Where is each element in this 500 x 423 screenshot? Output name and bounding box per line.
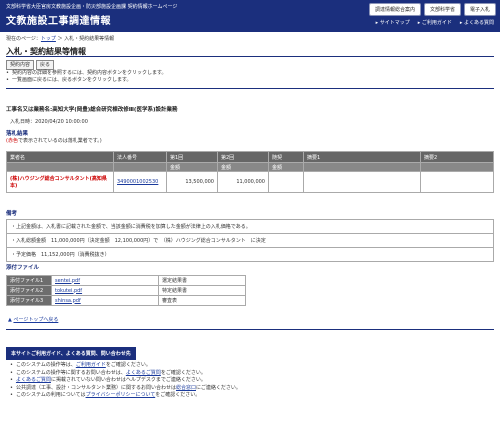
attachment-label: 添付ファイル1 bbox=[6, 275, 52, 286]
bid-date: 入札日時：2020/04/20 10:00:00 bbox=[10, 119, 88, 125]
footer-divider bbox=[6, 329, 494, 330]
attachment-link[interactable]: sentei.pdf bbox=[51, 275, 159, 286]
footer-item: このシステムの操作等は、ご利用ガイドをご確認ください。 bbox=[10, 362, 241, 370]
table-row: (株)ハウジング総合コンサルタント(高知県本) 3490001002530 13… bbox=[6, 171, 494, 193]
col-amount: 金額 bbox=[166, 162, 218, 172]
col-corp-no: 法人番号 bbox=[113, 151, 167, 163]
e-bidding-button[interactable]: 電子入札 bbox=[463, 3, 496, 16]
contact-window-link[interactable]: 総合窓口 bbox=[176, 385, 196, 391]
result-legend: (赤色で表示されているのは落札業者です。) bbox=[6, 138, 102, 144]
attachment-link[interactable]: shinsa.pdf bbox=[51, 295, 159, 306]
note-item: 契約内容の詳細を参照するには、契約内容ボタンをクリックします。 bbox=[6, 70, 167, 77]
attachment-link[interactable]: tokutei.pdf bbox=[51, 285, 159, 296]
corp-number-link[interactable]: 3490001002530 bbox=[113, 171, 167, 193]
attachment-desc: 審査表 bbox=[158, 295, 246, 306]
attachment-label: 添付ファイル3 bbox=[6, 295, 52, 306]
site-header: 文部科学省大臣官房文教施設企画・防災部施設企画課 契約情報ホームページ 文教施設… bbox=[0, 0, 500, 32]
project-name: 工事名又は業務名:高知大学(岡豊)総合研究棟改修Ⅲ(医学系)設計業務 bbox=[6, 107, 178, 113]
col-remark2: 摘要2 bbox=[420, 151, 494, 163]
site-title[interactable]: 文教施設工事調達情報 bbox=[6, 12, 111, 27]
contract-button[interactable]: 契約内容 bbox=[6, 60, 35, 70]
col-amount: 金額 bbox=[268, 162, 304, 172]
col-zuikei: 随契 bbox=[268, 151, 304, 163]
col-blank bbox=[420, 162, 494, 172]
footer-item: 公共調達（工事、設計・コンサルタント業務）に関するお問い合わせは総合窓口にご連絡… bbox=[10, 385, 241, 393]
caret-up-icon: ▲ bbox=[8, 317, 12, 323]
note-item: 一覧画面に戻るには、戻るボタンをクリックします。 bbox=[6, 77, 166, 84]
header-nav: ▸ サイトマップ ▸ ご利用ガイド ▸ よくある質問 bbox=[376, 19, 494, 26]
header-subtitle: 文部科学省大臣官房文教施設企画・防災部施設企画課 契約情報ホームページ bbox=[6, 4, 178, 10]
procurement-info-button[interactable]: 調達情報総合案内 bbox=[368, 3, 421, 16]
attachment-desc: 特定結果書 bbox=[158, 285, 246, 296]
col-remark1: 摘要1 bbox=[303, 151, 421, 163]
zuikei-amount bbox=[268, 171, 304, 193]
breadcrumb: 現在のページ：トップ ＞ 入札・契約結果等情報 bbox=[6, 36, 115, 42]
bikou-line: ・予定価格 11,152,000円（消費税抜き） bbox=[6, 247, 494, 262]
result-table: 業者名 法人番号 第1回 第2回 随契 摘要1 摘要2 金額 金額 金額 (株)… bbox=[6, 151, 494, 193]
col-amount: 金額 bbox=[217, 162, 269, 172]
table-row: 添付ファイル3 shinsa.pdf 審査表 bbox=[6, 295, 246, 306]
col-blank bbox=[113, 162, 167, 172]
col-round2: 第2回 bbox=[217, 151, 269, 163]
sitemap-link[interactable]: ▸ サイトマップ bbox=[376, 19, 410, 26]
remark1-cell bbox=[303, 171, 421, 193]
header-buttons: 調達情報総合案内 文部科学省 電子入札 bbox=[368, 3, 496, 16]
footer-item: よくあるご質問に掲載されていない問い合わせはヘルプデスクまでご連絡ください。 bbox=[10, 377, 241, 385]
faq-link[interactable]: よくあるご質問 bbox=[126, 370, 161, 376]
remark2-cell bbox=[420, 171, 494, 193]
action-buttons: 契約内容 戻る bbox=[6, 60, 55, 70]
instruction-notes: 契約内容の詳細を参照するには、契約内容ボタンをクリックします。 一覧画面に戻るに… bbox=[6, 70, 167, 84]
back-button[interactable]: 戻る bbox=[36, 60, 55, 70]
bikou-line: ・上記金額は、入札書に記載された金額で、当該金額に消費税を加算した金額が法律上の… bbox=[6, 219, 494, 234]
footer-heading: 本サイトご利用ガイド、よくある質問、問い合わせ先 bbox=[6, 347, 136, 360]
notes-divider bbox=[6, 88, 494, 89]
breadcrumb-top-link[interactable]: トップ bbox=[41, 36, 56, 42]
round1-amount: 13,500,000 bbox=[166, 171, 218, 193]
footer-list: このシステムの操作等は、ご利用ガイドをご確認ください。 このシステムの操作等に関… bbox=[10, 362, 241, 400]
page-top-link[interactable]: ▲ ページトップへ戻る bbox=[8, 316, 58, 323]
breadcrumb-current: 入札・契約結果等情報 bbox=[64, 36, 115, 42]
bidder-name: (株)ハウジング総合コンサルタント(高知県本) bbox=[6, 171, 114, 193]
faq-link[interactable]: よくあるご質問 bbox=[16, 377, 51, 383]
footer-item: このシステムの操作等に関するお問い合わせは、よくあるご質問をご確認ください。 bbox=[10, 370, 241, 378]
attachments-table: 添付ファイル1 sentei.pdf 選定結果書 添付ファイル2 tokutei… bbox=[6, 275, 246, 306]
bikou-section-title: 備考 bbox=[6, 211, 18, 217]
round2-amount: 11,000,000 bbox=[217, 171, 269, 193]
col-blank bbox=[6, 162, 114, 172]
title-divider bbox=[6, 56, 494, 57]
attachment-desc: 選定結果書 bbox=[158, 275, 246, 286]
col-round1: 第1回 bbox=[166, 151, 218, 163]
footer-item: このシステムの利用についてはプライバシーポリシーについてをご確認ください。 bbox=[10, 392, 241, 400]
table-row: 添付ファイル2 tokutei.pdf 特定結果書 bbox=[6, 285, 246, 296]
bikou-table: ・上記金額は、入札書に記載された金額で、当該金額に消費税を加算した金額が法律上の… bbox=[6, 219, 494, 262]
result-section-title: 落札結果 bbox=[6, 131, 29, 137]
guide-link[interactable]: ご利用ガイド bbox=[76, 362, 106, 368]
mext-button[interactable]: 文部科学省 bbox=[423, 3, 461, 16]
attachments-section-title: 添付ファイル bbox=[6, 265, 40, 271]
attachment-label: 添付ファイル2 bbox=[6, 285, 52, 296]
table-row: 添付ファイル1 sentei.pdf 選定結果書 bbox=[6, 275, 246, 286]
faq-link[interactable]: ▸ よくある質問 bbox=[460, 19, 494, 26]
guide-link[interactable]: ▸ ご利用ガイド bbox=[418, 19, 452, 26]
col-bidder: 業者名 bbox=[6, 151, 114, 163]
col-blank bbox=[303, 162, 421, 172]
bikou-line: ・入札総額金額 11,000,000円（決定金額 12,100,000円）で （… bbox=[6, 233, 494, 248]
privacy-policy-link[interactable]: プライバシーポリシーについて bbox=[86, 392, 156, 398]
